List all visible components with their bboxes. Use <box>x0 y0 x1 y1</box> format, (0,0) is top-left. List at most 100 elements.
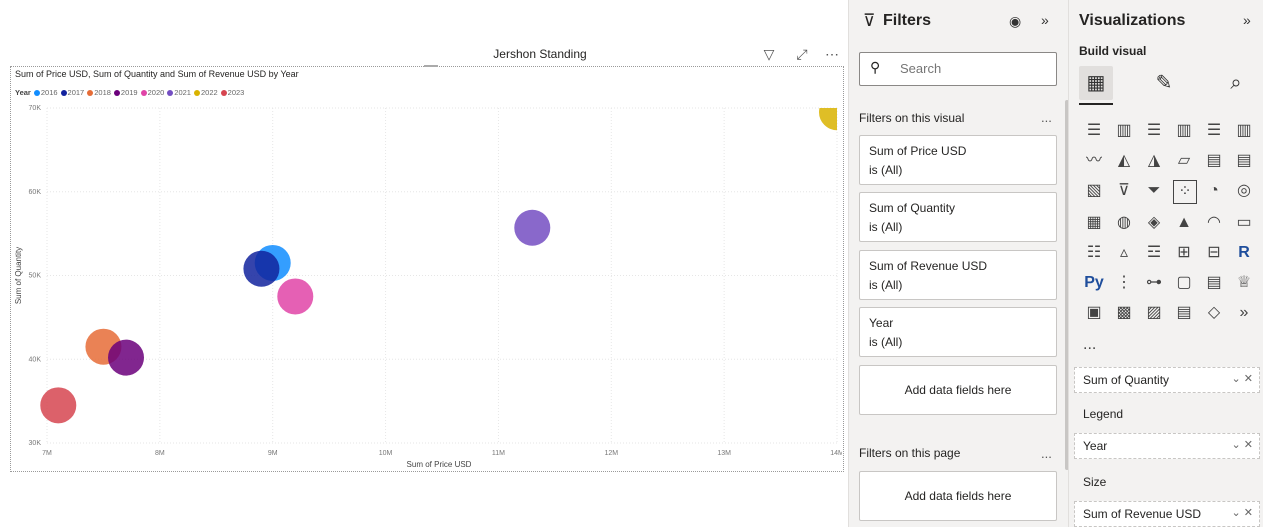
paginated-report-icon[interactable]: ▣ <box>1083 302 1105 324</box>
visual-title: Sum of Price USD, Sum of Quantity and Su… <box>15 69 299 79</box>
multi-row-card-icon[interactable]: ☷ <box>1083 242 1105 264</box>
funnel-icon[interactable]: ⏷ <box>1143 180 1165 202</box>
legend-marker <box>33 90 40 96</box>
stacked-area-icon[interactable]: ◮ <box>1143 150 1165 172</box>
map-icon[interactable]: ◍ <box>1113 212 1135 234</box>
legend-label: 2018 <box>94 88 111 97</box>
well-field-controls[interactable]: ⌄ ✕ <box>1232 438 1254 451</box>
line-clustered-column-icon[interactable]: ▤ <box>1203 150 1225 172</box>
well-field-controls[interactable]: ⌄ ✕ <box>1232 372 1254 385</box>
format-visual-icon[interactable]: ✎ <box>1147 66 1181 100</box>
key-influencers-icon[interactable]: ⋮ <box>1113 272 1135 294</box>
scatter-point-2019[interactable] <box>108 339 144 376</box>
chevron-right-icon[interactable]: » <box>1233 302 1255 324</box>
legend-item[interactable]: 2016 <box>33 88 58 97</box>
scatter-point-2021[interactable] <box>514 209 551 246</box>
collapse-filters-icon[interactable]: » <box>1041 12 1049 28</box>
collapse-visualizations-icon[interactable]: » <box>1243 12 1251 28</box>
filter-card-name: Sum of Revenue USD <box>869 259 988 273</box>
more-visuals-button[interactable]: ... <box>1083 336 1096 354</box>
pie-chart-icon[interactable]: ◔ <box>1203 180 1225 202</box>
legend-item[interactable]: 2017 <box>60 88 84 97</box>
scatter-point-2023[interactable] <box>40 387 77 424</box>
search-input[interactable] <box>898 60 1052 77</box>
legend-item[interactable]: 2020 <box>140 88 164 97</box>
area-chart-icon[interactable]: ◭ <box>1113 150 1135 172</box>
100-stacked-bar-icon[interactable]: ☰ <box>1203 120 1225 142</box>
filters-visual-more-button[interactable]: ... <box>1041 110 1052 125</box>
filter-card-name: Year <box>869 316 894 330</box>
line-stacked-column-icon[interactable]: ▤ <box>1233 150 1255 172</box>
focus-mode-icon[interactable]: ⤢ <box>793 45 811 63</box>
legend-well[interactable]: Year ⌄ ✕ <box>1074 433 1260 459</box>
qa-icon[interactable]: ▢ <box>1173 272 1195 294</box>
scatter-point-2017[interactable] <box>243 250 280 287</box>
legend-item[interactable]: 2018 <box>87 88 111 97</box>
card-icon[interactable]: ▭ <box>1233 212 1255 234</box>
line-chart-icon[interactable]: 〰 <box>1083 150 1105 172</box>
treemap-icon[interactable]: ▦ <box>1083 212 1105 234</box>
filter-icon[interactable]: ▽ <box>760 45 778 63</box>
ribbon-chart-icon[interactable]: ▱ <box>1173 150 1195 172</box>
funnel-chart-icon[interactable]: ⊽ <box>1113 180 1135 202</box>
metrics-icon[interactable]: ▩ <box>1113 302 1135 324</box>
filled-map-icon[interactable]: ◈ <box>1143 212 1165 234</box>
kpi-icon[interactable]: ▵ <box>1113 242 1135 264</box>
clustered-column-chart-icon[interactable]: ▥ <box>1173 120 1195 142</box>
waterfall-icon[interactable]: ▧ <box>1083 180 1105 202</box>
legend-item[interactable]: 2022 <box>193 88 218 97</box>
y-tick-label: 60K <box>29 189 42 196</box>
build-visual-label: Build visual <box>1079 44 1147 58</box>
filters-search[interactable]: ⚲ <box>859 52 1057 86</box>
table-icon[interactable]: ⊞ <box>1173 242 1195 264</box>
legend-marker <box>140 90 147 96</box>
smart-narrative-icon[interactable]: ▤ <box>1203 272 1225 294</box>
legend-marker <box>87 90 94 96</box>
r-visual-icon[interactable]: R <box>1233 242 1255 264</box>
filters-page-more-button[interactable]: ... <box>1041 446 1052 461</box>
size-well[interactable]: Sum of Revenue USD ⌄ ✕ <box>1074 501 1260 527</box>
filters-title: Filters <box>883 12 932 29</box>
clustered-bar-chart-icon[interactable]: ☰ <box>1143 120 1165 142</box>
analytics-icon[interactable]: ⌕ <box>1219 66 1253 100</box>
scatter-chart-icon[interactable]: ⁘ <box>1173 180 1197 204</box>
matrix-icon[interactable]: ⊟ <box>1203 242 1225 264</box>
stacked-column-chart-icon[interactable]: ▥ <box>1113 120 1135 142</box>
y-axis-well[interactable]: Sum of Quantity ⌄ ✕ <box>1074 367 1260 393</box>
x-tick-label: 7M <box>42 450 52 457</box>
filters-on-page-label: Filters on this page <box>859 446 961 460</box>
diamond-icon[interactable]: ◇ <box>1203 302 1225 324</box>
filter-card-price[interactable]: Sum of Price USD is (All) <box>859 135 1057 185</box>
filters-pane: ⊽ Filters ◉ » ⚲ Filters on this visual .… <box>848 0 1069 527</box>
goals-icon[interactable]: ♕ <box>1233 272 1255 294</box>
filter-card-revenue[interactable]: Sum of Revenue USD is (All) <box>859 250 1057 300</box>
stacked-bar-chart-icon[interactable]: ☰ <box>1083 120 1105 142</box>
slicer-icon[interactable]: ☲ <box>1143 242 1165 264</box>
donut-chart-icon[interactable]: ◎ <box>1233 180 1255 202</box>
well-field-controls[interactable]: ⌄ ✕ <box>1232 506 1254 519</box>
add-page-fields-dropzone[interactable]: Add data fields here <box>859 471 1057 521</box>
add-visual-fields-dropzone[interactable]: Add data fields here <box>859 365 1057 415</box>
y-tick-label: 50K <box>29 273 42 280</box>
legend-item[interactable]: 2021 <box>167 88 191 97</box>
power-apps-icon[interactable]: ▨ <box>1143 302 1165 324</box>
more-options-icon[interactable]: ⋯ <box>823 45 841 63</box>
legend-item[interactable]: 2019 <box>113 88 138 97</box>
scatter-point-2022[interactable] <box>819 98 842 131</box>
azure-map-icon[interactable]: ▲ <box>1173 212 1195 234</box>
legend-marker <box>193 90 200 96</box>
eye-icon[interactable]: ◉ <box>1009 13 1021 30</box>
y-tick-label: 30K <box>29 440 42 447</box>
visual-drag-handle[interactable] <box>424 65 438 67</box>
filter-card-quantity[interactable]: Sum of Quantity is (All) <box>859 192 1057 242</box>
scatter-point-2020[interactable] <box>277 278 314 315</box>
100-stacked-column-icon[interactable]: ▥ <box>1233 120 1255 142</box>
gauge-icon[interactable]: ◠ <box>1203 212 1225 234</box>
python-visual-icon[interactable]: Py <box>1083 272 1105 294</box>
filter-card-state: is (All) <box>869 335 903 349</box>
legend-item[interactable]: 2023 <box>220 88 244 97</box>
power-automate-icon[interactable]: ▤ <box>1173 302 1195 324</box>
filter-card-year[interactable]: Year is (All) <box>859 307 1057 357</box>
decomposition-tree-icon[interactable]: ⊶ <box>1143 272 1165 294</box>
build-visual-icon[interactable]: ▦ <box>1079 66 1113 100</box>
